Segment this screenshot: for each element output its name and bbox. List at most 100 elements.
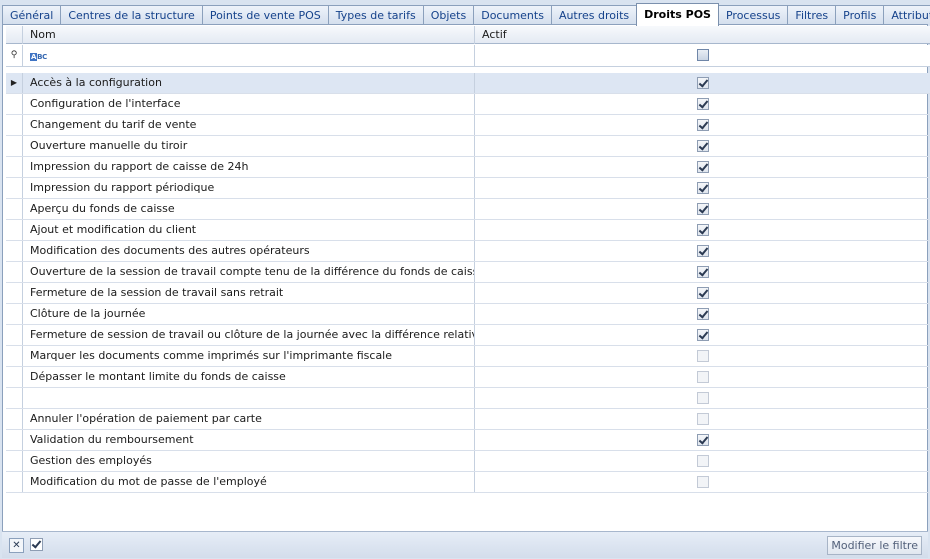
table-row[interactable]: Ouverture de la session de travail compt… xyxy=(6,262,930,283)
cell-nom[interactable]: Ouverture de la session de travail compt… xyxy=(24,262,475,282)
column-header-nom[interactable]: Nom xyxy=(24,26,475,44)
actif-checkbox[interactable] xyxy=(697,392,709,404)
row-indicator[interactable] xyxy=(6,367,23,387)
row-indicator[interactable] xyxy=(6,157,23,177)
tab-1[interactable]: Centres de la structure xyxy=(60,5,203,25)
actif-checkbox[interactable] xyxy=(697,140,709,152)
table-row[interactable]: Validation du remboursement xyxy=(6,430,930,451)
actif-checkbox[interactable] xyxy=(697,329,709,341)
actif-checkbox[interactable] xyxy=(697,287,709,299)
table-row[interactable]: Dépasser le montant limite du fonds de c… xyxy=(6,367,930,388)
table-row[interactable]: Modification des documents des autres op… xyxy=(6,241,930,262)
table-row[interactable]: Ajout et modification du client xyxy=(6,220,930,241)
table-row[interactable]: Clôture de la journée xyxy=(6,304,930,325)
table-row[interactable]: Fermeture de la session de travail sans … xyxy=(6,283,930,304)
column-header-actif[interactable]: Actif xyxy=(476,26,930,44)
pin-icon[interactable]: ⚲ xyxy=(6,45,23,67)
tab-9[interactable]: Filtres xyxy=(787,5,837,25)
actif-checkbox[interactable] xyxy=(697,224,709,236)
close-icon[interactable]: ✕ xyxy=(9,538,24,553)
cell-nom[interactable]: Impression du rapport de caisse de 24h xyxy=(24,157,475,177)
cell-nom[interactable]: Modification des documents des autres op… xyxy=(24,241,475,261)
row-indicator[interactable] xyxy=(6,430,23,450)
tab-0[interactable]: Général xyxy=(2,5,62,25)
cell-nom[interactable]: Annuler l'opération de paiement par cart… xyxy=(24,409,475,429)
table-row[interactable]: Ouverture manuelle du tiroir xyxy=(6,136,930,157)
table-row[interactable]: Aperçu du fonds de caisse xyxy=(6,199,930,220)
row-indicator[interactable] xyxy=(6,472,23,492)
actif-checkbox[interactable] xyxy=(697,455,709,467)
cell-nom[interactable]: Dépasser le montant limite du fonds de c… xyxy=(24,367,475,387)
actif-checkbox[interactable] xyxy=(697,434,709,446)
cell-nom[interactable]: Accès à la configuration xyxy=(24,73,475,93)
actif-checkbox[interactable] xyxy=(697,98,709,110)
table-row[interactable]: Impression du rapport de caisse de 24h xyxy=(6,157,930,178)
actif-checkbox[interactable] xyxy=(697,77,709,89)
row-indicator[interactable] xyxy=(6,451,23,471)
tab-3[interactable]: Types de tarifs xyxy=(327,5,424,25)
cell-nom[interactable]: Gestion des employés xyxy=(24,451,475,471)
table-row[interactable]: Changement du tarif de vente xyxy=(6,115,930,136)
actif-checkbox[interactable] xyxy=(697,266,709,278)
tab-6[interactable]: Autres droits xyxy=(550,5,638,25)
tab-8[interactable]: Processus xyxy=(717,5,789,25)
row-indicator[interactable] xyxy=(6,262,23,282)
actif-checkbox[interactable] xyxy=(697,413,709,425)
tab-5[interactable]: Documents xyxy=(473,5,552,25)
filter-enabled-checkbox[interactable] xyxy=(30,538,43,551)
cell-nom[interactable]: Fermeture de la session de travail sans … xyxy=(24,283,475,303)
table-row[interactable]: Fermeture de session de travail ou clôtu… xyxy=(6,325,930,346)
table-row[interactable]: Annuler l'opération de paiement par cart… xyxy=(6,409,930,430)
actif-filter-checkbox[interactable] xyxy=(697,49,709,61)
row-indicator[interactable] xyxy=(6,409,23,429)
cell-nom[interactable]: Modification du mot de passe de l'employ… xyxy=(24,472,475,492)
cell-nom[interactable]: Ajout et modification du client xyxy=(24,220,475,240)
cell-nom[interactable]: Impression du rapport périodique xyxy=(24,178,475,198)
actif-checkbox[interactable] xyxy=(697,161,709,173)
cell-nom[interactable]: Marquer les documents comme imprimés sur… xyxy=(24,346,475,366)
table-row[interactable]: Gestion des employés xyxy=(6,451,930,472)
cell-nom[interactable]: Fermeture de session de travail ou clôtu… xyxy=(24,325,475,345)
cell-nom[interactable]: Ouverture manuelle du tiroir xyxy=(24,136,475,156)
row-indicator[interactable] xyxy=(6,241,23,261)
actif-checkbox[interactable] xyxy=(697,245,709,257)
table-row[interactable] xyxy=(6,388,930,409)
tab-2[interactable]: Points de vente POS xyxy=(201,5,329,25)
row-indicator[interactable] xyxy=(6,199,23,219)
row-indicator[interactable]: ▶ xyxy=(6,73,23,93)
tab-4[interactable]: Objets xyxy=(422,5,475,25)
actif-checkbox[interactable] xyxy=(697,476,709,488)
cell-nom[interactable]: Changement du tarif de vente xyxy=(24,115,475,135)
actif-checkbox[interactable] xyxy=(697,119,709,131)
cell-nom[interactable]: Aperçu du fonds de caisse xyxy=(24,199,475,219)
nom-filter-cell[interactable]: ABC xyxy=(24,45,475,67)
modify-filter-button[interactable]: Modifier le filtre xyxy=(827,536,922,555)
cell-nom[interactable]: Validation du remboursement xyxy=(24,430,475,450)
tab-11[interactable]: Attributs xyxy=(883,5,930,25)
table-row[interactable]: Impression du rapport périodique xyxy=(6,178,930,199)
table-row[interactable]: ▶ Accès à la configuration xyxy=(6,73,930,94)
row-indicator[interactable] xyxy=(6,388,23,408)
row-indicator[interactable] xyxy=(6,304,23,324)
row-indicator[interactable] xyxy=(6,94,23,114)
row-indicator[interactable] xyxy=(6,346,23,366)
cell-nom[interactable]: Configuration de l'interface xyxy=(24,94,475,114)
row-indicator[interactable] xyxy=(6,283,23,303)
actif-checkbox[interactable] xyxy=(697,371,709,383)
table-row[interactable]: Marquer les documents comme imprimés sur… xyxy=(6,346,930,367)
tab-10[interactable]: Profils xyxy=(835,5,885,25)
cell-nom[interactable] xyxy=(24,388,475,408)
row-indicator[interactable] xyxy=(6,115,23,135)
actif-checkbox[interactable] xyxy=(697,308,709,320)
actif-checkbox[interactable] xyxy=(697,350,709,362)
cell-nom[interactable]: Clôture de la journée xyxy=(24,304,475,324)
tab-7[interactable]: Droits POS xyxy=(636,3,719,26)
row-indicator[interactable] xyxy=(6,325,23,345)
row-indicator[interactable] xyxy=(6,220,23,240)
row-indicator[interactable] xyxy=(6,136,23,156)
row-indicator[interactable] xyxy=(6,178,23,198)
table-row[interactable]: Modification du mot de passe de l'employ… xyxy=(6,472,930,493)
actif-checkbox[interactable] xyxy=(697,203,709,215)
actif-checkbox[interactable] xyxy=(697,182,709,194)
table-row[interactable]: Configuration de l'interface xyxy=(6,94,930,115)
